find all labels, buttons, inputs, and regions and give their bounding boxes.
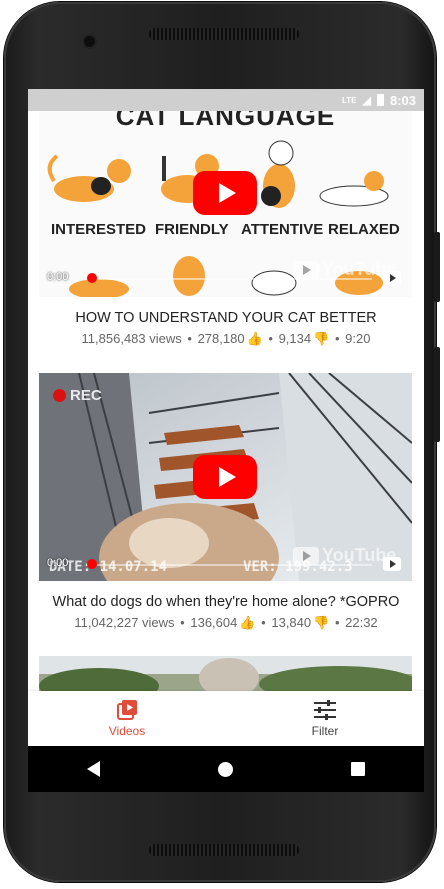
battery-icon (376, 94, 384, 106)
power-button (434, 347, 440, 442)
thumbnail-label: INTERESTED (51, 221, 147, 238)
system-navigation-bar (28, 746, 424, 792)
separator: • (261, 615, 266, 630)
play-icon (218, 183, 236, 203)
youtube-watermark: YouTube (293, 545, 396, 566)
video-meta: 11,042,227 views • 136,604 👍 • 13,840 👎 • … (28, 615, 424, 631)
thumbnail-label: RELAXED (328, 221, 400, 238)
volume-button (434, 232, 440, 302)
youtube-watermark: YouTube (293, 259, 396, 280)
nav-label: Videos (108, 724, 146, 738)
progress-bar[interactable] (91, 564, 372, 566)
play-icon (218, 467, 236, 487)
dislike-count: 9,134 (278, 331, 312, 346)
thumbs-up-icon: 👍 (246, 331, 263, 346)
status-time: 8:03 (389, 92, 416, 108)
outdoor-scene (39, 656, 412, 691)
dislike-count: 13,840 (271, 615, 312, 630)
rec-indicator: REC (53, 387, 102, 404)
view-count: 11,856,483 views (81, 331, 182, 346)
signal-bars-icon: ◢ (362, 94, 371, 107)
phone-frame: LTE ◢ 8:03 CAT LANGUAGE INTERESTED FRIEN… (4, 2, 440, 882)
top-speaker (149, 28, 299, 40)
back-icon[interactable] (87, 761, 100, 777)
thumbs-down-icon: 👎 (313, 615, 330, 630)
nav-label: Filter (311, 724, 339, 738)
recent-apps-icon[interactable] (351, 762, 365, 776)
nav-videos[interactable]: Videos (28, 691, 226, 746)
video-thumbnail[interactable]: CAT LANGUAGE INTERESTED FRIENDLY ATTENTI… (39, 111, 412, 297)
video-list[interactable]: CAT LANGUAGE INTERESTED FRIENDLY ATTENTI… (28, 111, 424, 691)
like-count: 278,180 (197, 331, 245, 346)
progress-handle[interactable] (87, 273, 97, 283)
view-count: 11,042,227 views (74, 615, 175, 630)
video-library-icon (117, 700, 137, 720)
play-button[interactable] (193, 171, 257, 215)
bottom-navigation: Videos Filter (28, 691, 424, 746)
like-count: 136,604 (190, 615, 238, 630)
signal-icon: LTE (341, 95, 357, 105)
progress-handle[interactable] (87, 559, 97, 569)
separator: • (334, 331, 340, 346)
status-bar: LTE ◢ 8:03 (28, 89, 424, 111)
thumbnail-label: ATTENTIVE (241, 221, 324, 238)
home-icon[interactable] (218, 761, 233, 777)
duration: 22:32 (345, 615, 378, 630)
video-title[interactable]: What do dogs do when they're home alone?… (28, 594, 424, 610)
bottom-speaker (149, 844, 299, 856)
video-title[interactable]: HOW TO UNDERSTAND YOUR CAT BETTER (28, 310, 424, 326)
separator: • (268, 331, 273, 346)
video-meta: 11,856,483 views • 278,180 👍 • 9,134 👎 • 9… (28, 331, 424, 347)
separator: • (334, 615, 340, 630)
youtube-logo-icon (293, 260, 319, 279)
duration: 9:20 (345, 331, 371, 346)
thumbnail-label: FRIENDLY (155, 221, 229, 238)
current-time: 0:00 (47, 271, 69, 283)
separator: • (187, 331, 192, 346)
thumbnail-heading: CAT LANGUAGE (115, 111, 336, 131)
separator: • (180, 615, 185, 630)
youtube-button-icon[interactable] (383, 557, 401, 571)
progress-bar[interactable] (91, 278, 372, 280)
screen: LTE ◢ 8:03 CAT LANGUAGE INTERESTED FRIEN… (28, 89, 424, 792)
front-camera (84, 36, 95, 47)
play-button[interactable] (193, 455, 257, 499)
nav-filter[interactable]: Filter (226, 691, 424, 746)
thumbs-up-icon: 👍 (239, 615, 256, 630)
sliders-icon (314, 700, 336, 720)
thumbs-down-icon: 👎 (313, 331, 330, 346)
video-thumbnail[interactable]: REC DATE: 14.07.14 VER: 199.42.3 YouTube… (39, 373, 412, 581)
video-thumbnail[interactable] (39, 656, 412, 691)
record-dot-icon (53, 389, 66, 402)
youtube-logo-icon (293, 546, 319, 565)
youtube-button-icon[interactable] (383, 271, 401, 285)
current-time: 0:00 (47, 557, 69, 569)
